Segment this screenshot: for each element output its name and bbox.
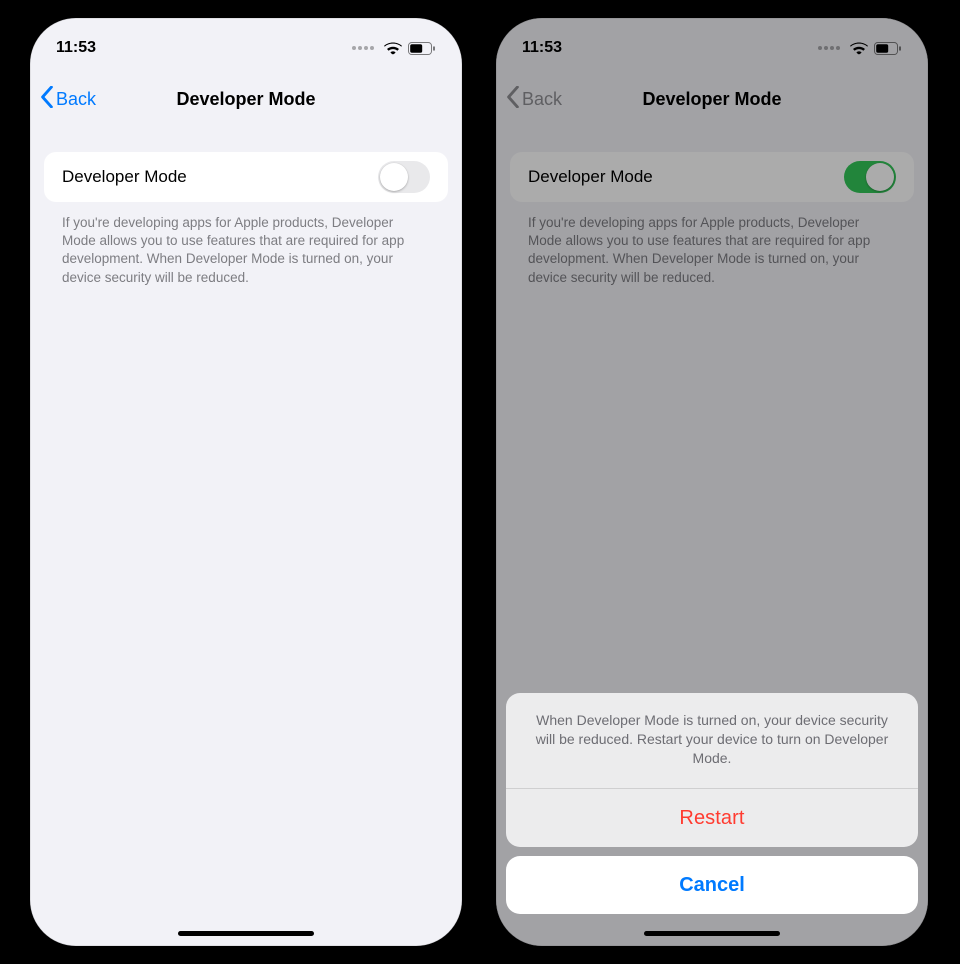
nav-bar: Back Developer Mode [30, 74, 462, 124]
action-sheet-block: When Developer Mode is turned on, your d… [506, 693, 918, 847]
nav-back-label: Back [56, 89, 96, 110]
screenshot-stage: 11:53 Back Developer Mode [0, 0, 960, 964]
nav-back-button[interactable]: Back [40, 74, 96, 124]
status-bar: 11:53 [30, 28, 462, 68]
phone-left: 11:53 Back Developer Mode [30, 18, 462, 946]
wifi-icon [384, 42, 402, 55]
battery-icon [408, 42, 436, 55]
developer-mode-footnote: If you're developing apps for Apple prod… [44, 214, 448, 287]
action-sheet: When Developer Mode is turned on, your d… [506, 693, 918, 914]
developer-mode-row: Developer Mode [44, 152, 448, 202]
nav-title: Developer Mode [176, 89, 315, 110]
content: Developer Mode If you're developing apps… [30, 152, 462, 287]
restart-button[interactable]: Restart [506, 789, 918, 847]
cellular-dots-icon [352, 46, 374, 50]
developer-mode-label: Developer Mode [62, 167, 187, 187]
phone-right: 11:53 Back Developer Mode [496, 18, 928, 946]
home-indicator[interactable] [644, 931, 780, 936]
cancel-button[interactable]: Cancel [506, 856, 918, 914]
action-sheet-message: When Developer Mode is turned on, your d… [506, 693, 918, 788]
developer-mode-toggle[interactable] [378, 161, 430, 193]
status-time: 11:53 [56, 39, 96, 57]
status-icons [352, 42, 436, 55]
home-indicator[interactable] [178, 931, 314, 936]
chevron-left-icon [40, 86, 54, 113]
